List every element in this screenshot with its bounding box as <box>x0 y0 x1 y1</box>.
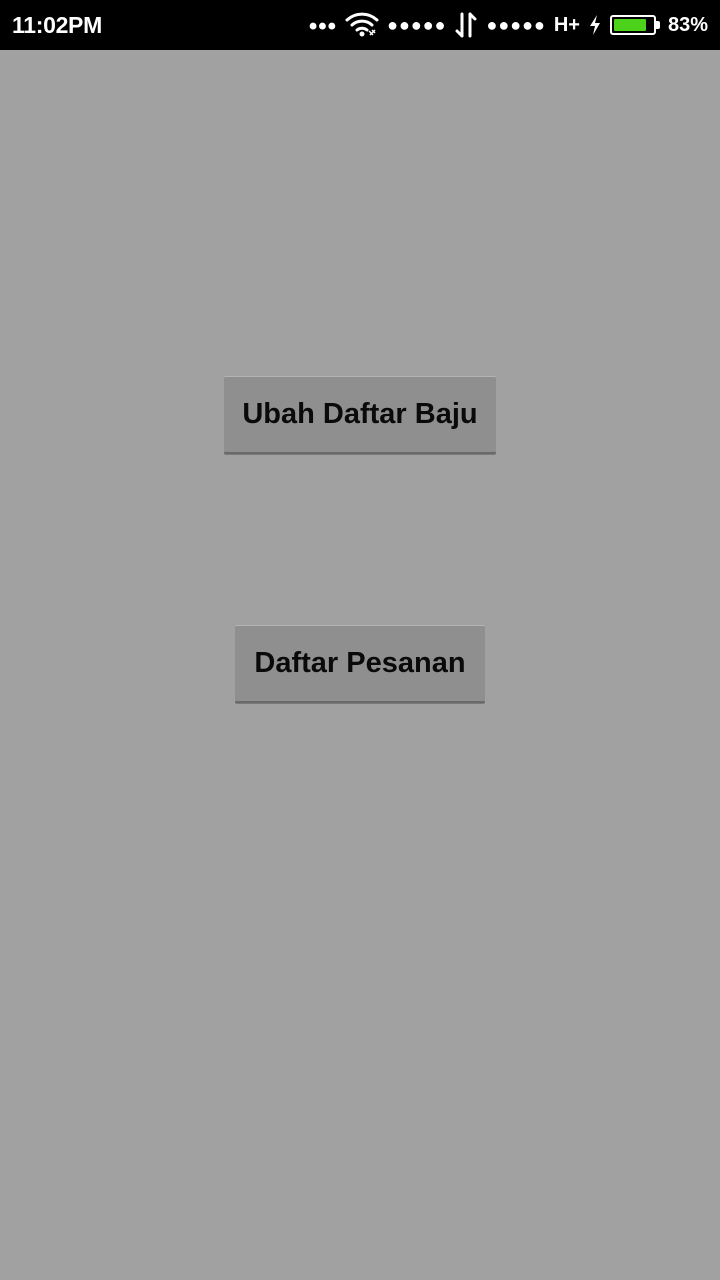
status-bar: 11:02PM ••• ●●●●● ●●●●● H+ 83% <box>0 0 720 50</box>
edit-clothing-list-button[interactable]: Ubah Daftar Baju <box>224 376 496 454</box>
charging-icon <box>588 14 602 36</box>
battery-icon <box>609 15 660 35</box>
signal-strength-1: ●●●●● <box>387 15 447 35</box>
signal-strength-2: ●●●●● <box>486 15 546 35</box>
battery-level-fill <box>613 19 646 31</box>
wifi-icon <box>345 11 379 39</box>
data-transfer-icon <box>454 12 478 38</box>
order-list-button[interactable]: Daftar Pesanan <box>235 625 485 703</box>
status-icons: ••• ●●●●● ●●●●● H+ 83% <box>309 0 708 50</box>
status-time: 11:02PM <box>12 12 102 38</box>
more-notifications-icon: ••• <box>308 13 338 40</box>
battery-nub <box>655 21 660 29</box>
network-type: H+ <box>553 14 580 36</box>
battery-percent: 83% <box>667 14 708 36</box>
